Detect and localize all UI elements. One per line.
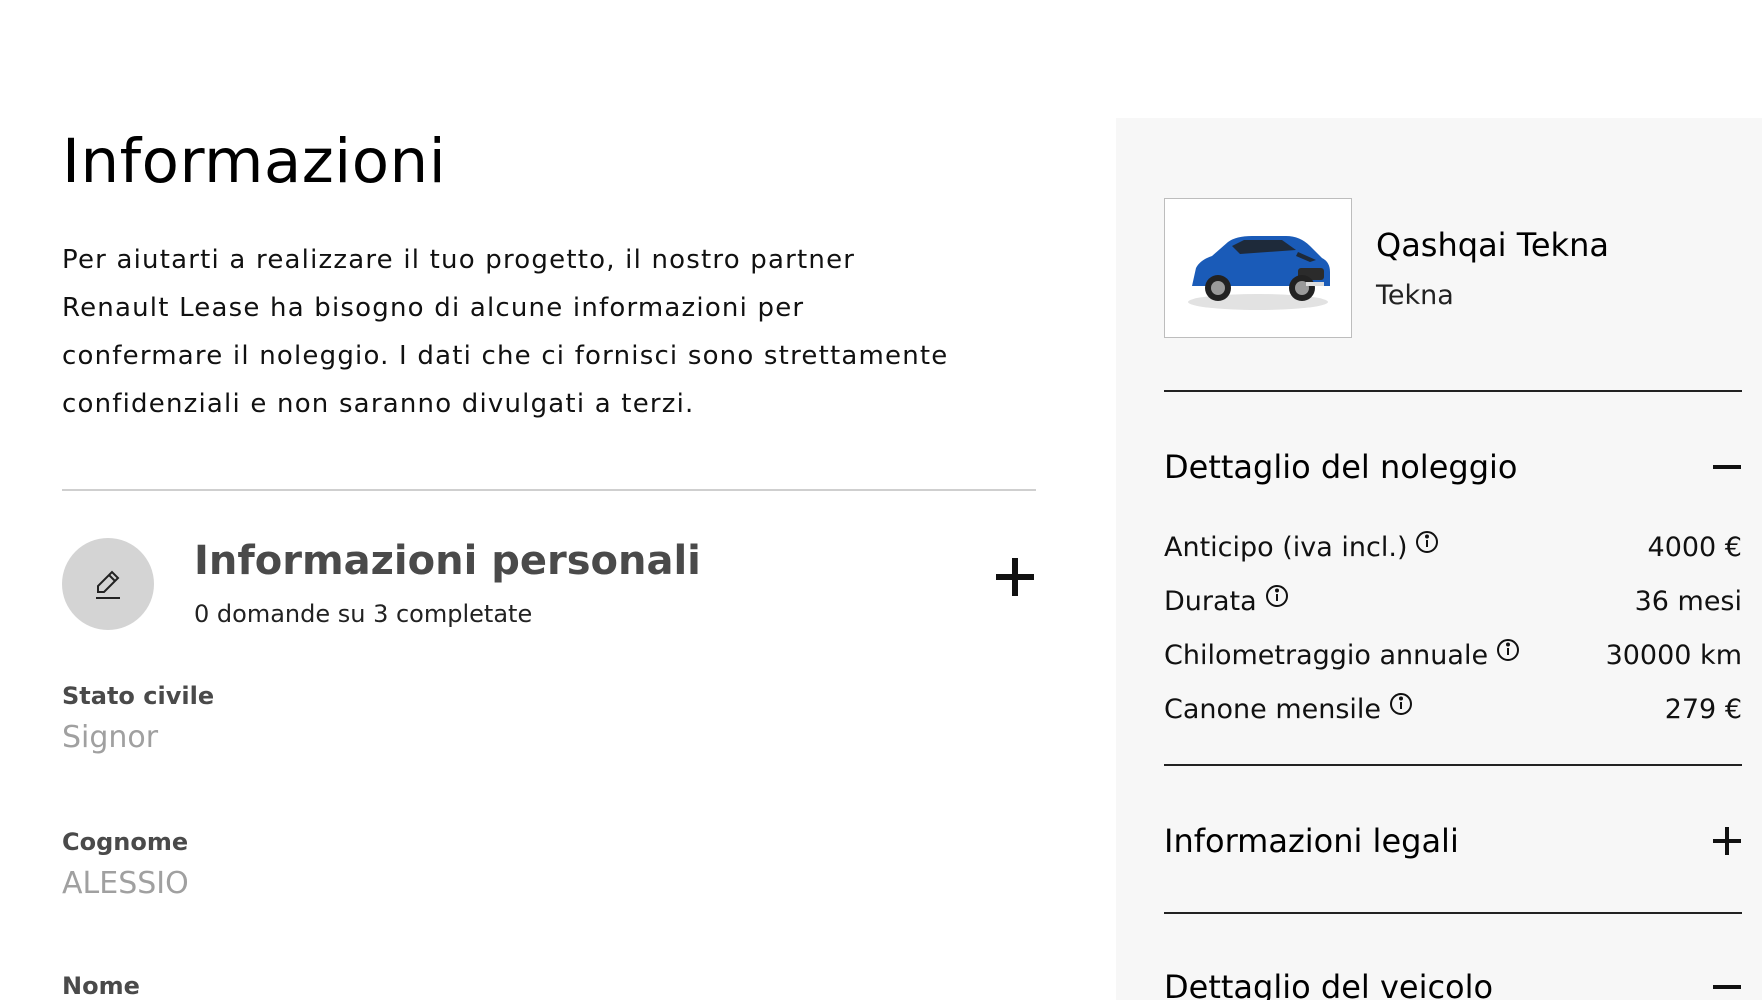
car-trim: Tekna: [1376, 280, 1454, 311]
row-label: Durata: [1164, 585, 1257, 617]
car-image: [1164, 198, 1352, 338]
row-label: Chilometraggio annuale: [1164, 639, 1489, 671]
intro-line: Renault Lease ha bisogno di alcune infor…: [62, 293, 805, 323]
rental-row-deposit: Anticipo (iva incl.) 4000 €: [1164, 520, 1742, 574]
personal-info-header[interactable]: Informazioni personali 0 domande su 3 co…: [62, 538, 1036, 632]
plus-icon[interactable]: [994, 556, 1036, 598]
field-label: Cognome: [62, 828, 189, 856]
row-value: 30000 km: [1605, 639, 1742, 671]
plus-icon[interactable]: [1712, 826, 1742, 856]
rental-details-list: Anticipo (iva incl.) 4000 € Durata 36 me…: [1164, 520, 1742, 736]
car-name: Qashqai Tekna: [1376, 226, 1609, 264]
intro-line: Per aiutarti a realizzare il tuo progett…: [62, 245, 856, 275]
info-icon[interactable]: [1496, 638, 1520, 662]
row-value: 4000 €: [1647, 531, 1742, 563]
section-title: Informazioni personali: [194, 538, 701, 584]
vehicle-details-title[interactable]: Dettaglio del veicolo: [1164, 968, 1493, 1000]
pencil-icon: [62, 538, 154, 630]
field-surname[interactable]: Cognome ALESSIO: [62, 828, 189, 901]
info-icon[interactable]: [1389, 692, 1413, 716]
rental-row-monthly-fee: Canone mensile 279 €: [1164, 682, 1742, 736]
divider: [62, 489, 1036, 491]
info-icon[interactable]: [1265, 584, 1289, 608]
intro-line: confidenziali e non saranno divulgati a …: [62, 389, 695, 419]
divider: [1164, 764, 1742, 766]
field-label: Stato civile: [62, 682, 215, 710]
car-icon: [1188, 236, 1330, 310]
summary-panel: Qashqai Tekna Tekna Dettaglio del nolegg…: [1116, 118, 1762, 1000]
page-title: Informazioni: [62, 126, 447, 197]
divider: [1164, 912, 1742, 914]
minus-icon[interactable]: [1712, 452, 1742, 482]
field-value: ALESSIO: [62, 866, 189, 901]
rental-row-duration: Durata 36 mesi: [1164, 574, 1742, 628]
legal-info-title[interactable]: Informazioni legali: [1164, 822, 1459, 860]
field-marital-status[interactable]: Stato civile Signor: [62, 682, 214, 755]
row-label: Canone mensile: [1164, 693, 1382, 725]
field-value: Signor: [62, 720, 159, 755]
info-icon[interactable]: [1415, 530, 1439, 554]
row-label: Anticipo (iva incl.): [1164, 531, 1408, 563]
row-value: 36 mesi: [1634, 585, 1742, 617]
divider: [1164, 390, 1742, 392]
field-label: Nome: [62, 972, 140, 1000]
intro-line: confermare il noleggio. I dati che ci fo…: [62, 341, 949, 371]
rental-row-mileage: Chilometraggio annuale 30000 km: [1164, 628, 1742, 682]
page: Informazioni Per aiutarti a realizzare i…: [0, 0, 1762, 1000]
row-value: 279 €: [1664, 693, 1742, 725]
field-name[interactable]: Nome: [62, 972, 140, 1000]
rental-details-title[interactable]: Dettaglio del noleggio: [1164, 448, 1517, 486]
intro-text: Per aiutarti a realizzare il tuo progett…: [62, 236, 1042, 428]
section-progress: 0 domande su 3 completate: [194, 600, 533, 628]
minus-icon[interactable]: [1712, 972, 1742, 1000]
